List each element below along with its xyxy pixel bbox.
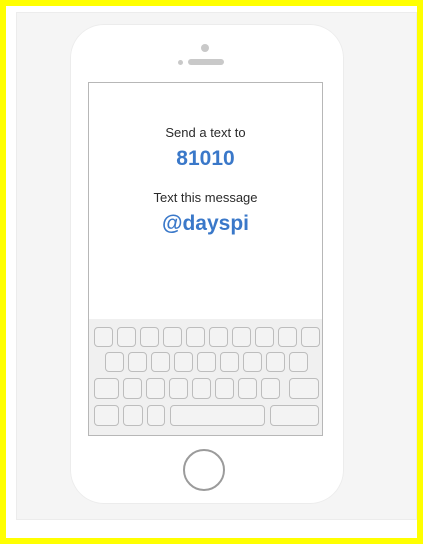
keyboard-key <box>163 327 182 347</box>
keyboard-key <box>94 405 119 426</box>
keyboard-key <box>289 378 319 399</box>
keyboard-illustration <box>89 319 322 435</box>
keyboard-key <box>255 327 274 347</box>
keyboard-key <box>123 378 142 399</box>
speaker-icon <box>188 59 224 65</box>
keyboard-key <box>151 352 170 372</box>
keyboard-key <box>140 327 159 347</box>
keyboard-key <box>261 378 280 399</box>
keyboard-key <box>289 352 308 372</box>
keyboard-key <box>220 352 239 372</box>
keyboard-key <box>94 327 113 347</box>
text-message-label: Text this message <box>153 190 258 205</box>
keyboard-key <box>192 378 211 399</box>
keyboard-key <box>169 378 188 399</box>
keyboard-key <box>232 327 251 347</box>
keyboard-key <box>146 378 165 399</box>
keyboard-key <box>209 327 228 347</box>
camera-icon <box>201 44 209 52</box>
keyboard-key <box>266 352 285 372</box>
home-button-icon <box>183 449 225 491</box>
keyboard-key <box>174 352 193 372</box>
keyboard-key <box>270 405 319 426</box>
keyboard-key <box>123 405 143 426</box>
keyboard-key <box>243 352 262 372</box>
keyboard-key <box>128 352 147 372</box>
keyboard-key <box>186 327 205 347</box>
shortcode-number: 81010 <box>176 147 235 170</box>
message-code: @dayspi <box>161 212 249 235</box>
keyboard-key <box>94 378 119 399</box>
keyboard-key <box>301 327 320 347</box>
send-text-label: Send a text to <box>165 125 246 140</box>
keyboard-key <box>238 378 257 399</box>
sensor-icon <box>178 60 183 65</box>
keyboard-key <box>170 405 265 426</box>
keyboard-key <box>278 327 297 347</box>
keyboard-key <box>117 327 136 347</box>
keyboard-key <box>215 378 234 399</box>
keyboard-key <box>197 352 216 372</box>
keyboard-key <box>105 352 124 372</box>
phone-screen: Send a text to 81010 Text this message @… <box>88 82 323 436</box>
keyboard-key <box>147 405 165 426</box>
